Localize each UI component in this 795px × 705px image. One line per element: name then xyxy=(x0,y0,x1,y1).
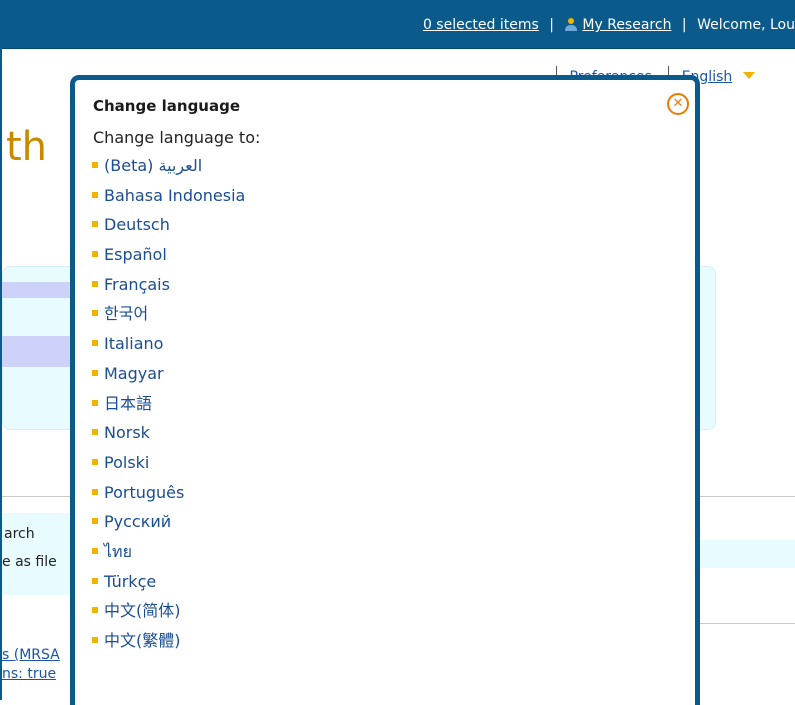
language-option[interactable]: Norsk xyxy=(92,423,245,453)
bullet-icon xyxy=(92,280,98,287)
language-list: العربية (Beta) Bahasa Indonesia Deutsch … xyxy=(92,156,245,661)
bullet-icon xyxy=(92,310,98,317)
bullet-icon xyxy=(92,547,98,554)
bullet-icon xyxy=(92,577,98,584)
language-option[interactable]: 한국어 xyxy=(92,304,245,334)
bullet-icon xyxy=(92,607,98,614)
dialog-title: Change language xyxy=(93,97,241,115)
language-option[interactable]: Français xyxy=(92,275,245,305)
bullet-icon xyxy=(92,637,98,643)
bullet-icon xyxy=(92,191,98,198)
user-icon xyxy=(564,17,578,31)
language-option[interactable]: 日本語 xyxy=(92,394,245,424)
bullet-icon xyxy=(92,399,98,406)
language-option[interactable]: Bahasa Indonesia xyxy=(92,186,245,216)
language-option[interactable]: 中文(简体) xyxy=(92,601,245,631)
language-option[interactable]: Русский xyxy=(92,512,245,542)
dialog-subtitle: Change language to: xyxy=(93,128,261,147)
divider xyxy=(695,623,795,624)
bullet-icon xyxy=(92,340,98,347)
page-heading: th xyxy=(6,124,48,170)
top-navigation-bar: 0 selected items | My Research | Welcome… xyxy=(0,0,795,49)
language-option[interactable]: ไทย xyxy=(92,542,245,572)
bullet-icon xyxy=(92,488,98,495)
language-option[interactable]: Türkçe xyxy=(92,572,245,602)
top-divider: | xyxy=(681,17,687,33)
selected-items-link[interactable]: 0 selected items xyxy=(423,17,539,33)
language-option[interactable]: Magyar xyxy=(92,364,245,394)
bullet-icon xyxy=(92,518,98,525)
language-option[interactable]: Italiano xyxy=(92,334,245,364)
my-research-link[interactable]: My Research xyxy=(582,17,671,33)
top-divider: | xyxy=(549,17,554,33)
chevron-down-icon[interactable] xyxy=(742,72,755,79)
bullet-icon xyxy=(92,221,98,228)
bullet-icon xyxy=(92,458,98,465)
bullet-icon xyxy=(92,369,98,376)
change-language-dialog: Change language ✕ Change language to: ال… xyxy=(70,75,700,705)
close-icon[interactable]: ✕ xyxy=(667,93,689,115)
bullet-icon xyxy=(92,251,98,258)
save-as-file-label[interactable]: e as file xyxy=(2,554,57,570)
language-option[interactable]: Português xyxy=(92,483,245,513)
top-navigation-links: 0 selected items | My Research | Welcome… xyxy=(423,17,795,33)
language-option[interactable]: 中文(繁體) xyxy=(92,631,245,661)
result-link[interactable]: s (MRSA xyxy=(2,647,60,663)
search-label: arch xyxy=(4,526,35,542)
language-option[interactable]: العربية (Beta) xyxy=(92,156,245,186)
welcome-text: Welcome, Lou xyxy=(697,17,795,33)
bullet-icon xyxy=(92,162,98,168)
language-option[interactable]: Deutsch xyxy=(92,215,245,245)
result-link[interactable]: ns: true xyxy=(2,666,56,682)
language-option[interactable]: Español xyxy=(92,245,245,275)
language-option[interactable]: Polski xyxy=(92,453,245,483)
bullet-icon xyxy=(92,429,98,436)
tools-panel-right xyxy=(695,540,795,568)
